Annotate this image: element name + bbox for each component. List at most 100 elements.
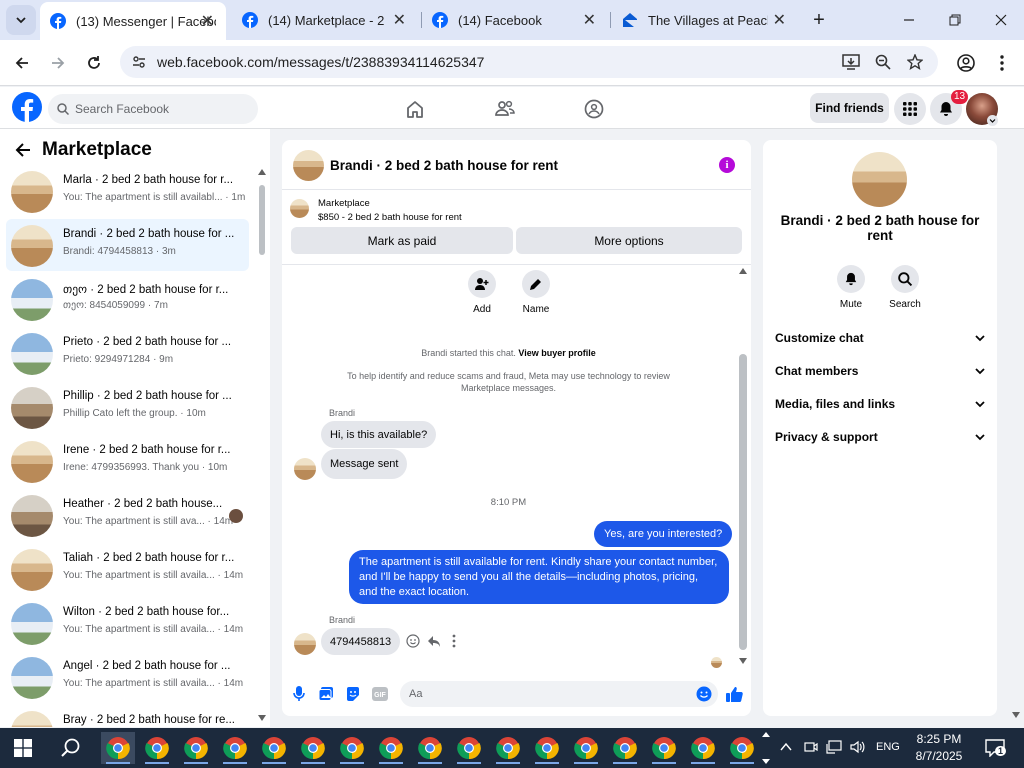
network-icon[interactable] xyxy=(826,740,842,754)
chrome-taskbar-button[interactable] xyxy=(140,732,174,764)
sender-avatar[interactable] xyxy=(294,633,316,655)
sticker-button[interactable] xyxy=(343,684,363,704)
groups-nav-button[interactable] xyxy=(578,93,610,125)
send-like-button[interactable] xyxy=(724,684,744,704)
message-input[interactable]: Aa xyxy=(400,681,718,707)
close-icon[interactable]: ✕ xyxy=(583,10,596,30)
mark-as-paid-button[interactable]: Mark as paid xyxy=(291,227,513,254)
conversation-item[interactable]: Heather · 2 bed 2 bath house... You: The … xyxy=(6,489,249,541)
scroll-up-icon[interactable] xyxy=(739,268,747,274)
chrome-taskbar-button[interactable] xyxy=(179,732,213,764)
chevron-down-icon[interactable] xyxy=(987,115,998,126)
scroll-up-icon[interactable] xyxy=(258,169,266,175)
chrome-taskbar-button[interactable] xyxy=(218,732,252,764)
privacy-support-section[interactable]: Privacy & support xyxy=(775,425,985,449)
find-friends-button[interactable]: Find friends xyxy=(810,93,889,123)
outgoing-message[interactable]: The apartment is still available for ren… xyxy=(349,550,729,604)
chrome-taskbar-button[interactable] xyxy=(491,732,525,764)
tab-marketplace[interactable]: (14) Marketplace - 2 bed ✕ xyxy=(232,0,418,40)
restore-button[interactable] xyxy=(932,0,978,40)
install-app-icon[interactable] xyxy=(842,54,860,70)
facebook-logo-icon[interactable] xyxy=(12,92,42,122)
site-info-icon[interactable] xyxy=(132,55,146,69)
arrow-left-icon[interactable] xyxy=(14,141,32,159)
media-files-links-section[interactable]: Media, files and links xyxy=(775,392,985,416)
mute-button[interactable]: Mute xyxy=(826,265,876,310)
chrome-taskbar-button[interactable] xyxy=(608,732,642,764)
search-in-chat-button[interactable]: Search xyxy=(880,265,930,310)
info-icon[interactable]: i xyxy=(719,157,735,173)
reply-icon[interactable] xyxy=(427,634,441,648)
incoming-message[interactable]: Message sent xyxy=(321,449,408,479)
conversation-item[interactable]: Irene · 2 bed 2 bath house for r... Irene… xyxy=(6,435,249,487)
listing-thumbnail[interactable] xyxy=(290,199,309,218)
outgoing-message[interactable]: Yes, are you interested? xyxy=(594,521,733,547)
url-text[interactable]: web.facebook.com/messages/t/238839341146… xyxy=(157,54,484,70)
chat-info-avatar[interactable] xyxy=(852,152,907,207)
volume-icon[interactable] xyxy=(850,740,866,754)
zoom-icon[interactable] xyxy=(875,54,891,70)
more-options-button[interactable]: More options xyxy=(516,227,742,254)
conversation-item[interactable]: Prieto · 2 bed 2 bath house for ... Priet… xyxy=(6,327,249,379)
scroll-down-icon[interactable] xyxy=(258,715,266,721)
emoji-icon[interactable] xyxy=(696,686,712,702)
sender-avatar[interactable] xyxy=(294,458,316,480)
incoming-message[interactable]: 4794458813 xyxy=(321,628,401,655)
chrome-taskbar-button[interactable] xyxy=(569,732,603,764)
close-window-button[interactable] xyxy=(978,0,1024,40)
customize-chat-section[interactable]: Customize chat xyxy=(775,326,985,350)
scrollbar-thumb[interactable] xyxy=(259,185,265,255)
taskbar-clock[interactable]: 8:25 PM 8/7/2025 xyxy=(912,731,966,765)
tab-search-button[interactable] xyxy=(6,5,36,35)
chrome-taskbar-button[interactable] xyxy=(257,732,291,764)
conversation-item[interactable]: Brandi · 2 bed 2 bath house for ... Brand… xyxy=(6,219,249,271)
react-icon[interactable] xyxy=(406,634,420,648)
chrome-taskbar-button[interactable] xyxy=(374,732,408,764)
close-icon[interactable]: ✕ xyxy=(201,11,214,31)
close-icon[interactable]: ✕ xyxy=(393,10,406,30)
profile-button[interactable] xyxy=(951,48,981,78)
chrome-taskbar-button[interactable] xyxy=(101,732,135,764)
attach-photo-button[interactable] xyxy=(316,684,336,704)
chevron-up-icon[interactable] xyxy=(780,742,792,752)
conversation-item[interactable]: Taliah · 2 bed 2 bath house for r... You:… xyxy=(6,543,249,595)
conversation-scrollbar[interactable] xyxy=(257,169,267,727)
tab-villages[interactable]: The Villages at Peachtree ✕ xyxy=(612,0,798,40)
voice-clip-button[interactable] xyxy=(289,684,309,704)
listing-price-title[interactable]: $850 - 2 bed 2 bath house for rent xyxy=(318,212,462,223)
taskbar-scroll-icon[interactable] xyxy=(762,731,770,765)
omnibox[interactable]: web.facebook.com/messages/t/238839341146… xyxy=(120,46,938,78)
conversation-item[interactable]: Marla · 2 bed 2 bath house for r... You: … xyxy=(6,165,249,217)
name-button[interactable]: Name xyxy=(506,270,566,315)
friends-nav-button[interactable] xyxy=(489,93,521,125)
menu-button[interactable] xyxy=(894,93,926,125)
chrome-taskbar-button[interactable] xyxy=(452,732,486,764)
conversation-item[interactable]: Angel · 2 bed 2 bath house for ... You: T… xyxy=(6,651,249,703)
chat-members-section[interactable]: Chat members xyxy=(775,359,985,383)
start-button[interactable] xyxy=(6,732,40,764)
more-vertical-icon[interactable] xyxy=(452,634,456,648)
back-button[interactable] xyxy=(7,48,37,78)
conversation-item[interactable]: Wilton · 2 bed 2 bath house for... You: T… xyxy=(6,597,249,649)
scroll-down-icon[interactable] xyxy=(739,658,747,664)
incoming-message[interactable]: Hi, is this available? xyxy=(321,421,437,448)
view-buyer-profile-link[interactable]: View buyer profile xyxy=(518,348,595,358)
close-icon[interactable]: ✕ xyxy=(773,10,786,30)
star-icon[interactable] xyxy=(907,54,923,70)
page-scroll-down-icon[interactable] xyxy=(1012,712,1020,718)
chrome-taskbar-button[interactable] xyxy=(686,732,720,764)
conversation-item[interactable]: Bray · 2 bed 2 bath house for re... xyxy=(6,705,249,727)
new-tab-button[interactable]: + xyxy=(796,0,842,40)
language-indicator[interactable]: ENG xyxy=(876,741,900,753)
conversation-item[interactable]: თეო · 2 bed 2 bath house for r... თეო: 84… xyxy=(6,273,249,325)
search-facebook-input[interactable]: Search Facebook xyxy=(48,94,258,124)
tab-facebook[interactable]: (14) Facebook ✕ xyxy=(422,0,608,40)
browser-menu-button[interactable] xyxy=(987,48,1017,78)
scrollbar-thumb[interactable] xyxy=(739,354,747,650)
chat-avatar[interactable] xyxy=(293,150,324,181)
chat-scrollbar[interactable] xyxy=(737,268,749,668)
chat-title[interactable]: Brandi · 2 bed 2 bath house for rent xyxy=(330,158,558,173)
chrome-taskbar-button[interactable] xyxy=(647,732,681,764)
minimize-button[interactable] xyxy=(886,0,932,40)
reload-button[interactable] xyxy=(79,48,109,78)
